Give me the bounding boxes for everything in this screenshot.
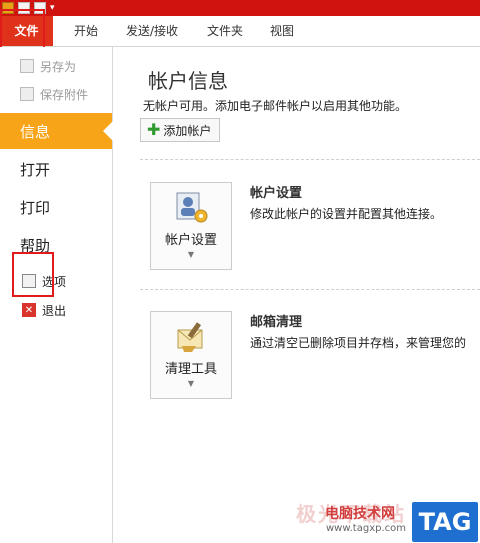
tab-folder[interactable]: 文件夹 bbox=[196, 16, 254, 46]
tab-home[interactable]: 开始 bbox=[60, 16, 112, 46]
add-account-button[interactable]: ✚ 添加帐户 bbox=[140, 118, 221, 142]
sidebar-item-open[interactable]: 打开 bbox=[0, 151, 112, 187]
tab-view[interactable]: 视图 bbox=[258, 16, 306, 46]
account-settings-title: 帐户设置 bbox=[250, 186, 303, 201]
cleanup-tools-icon bbox=[174, 320, 208, 354]
exit-command[interactable]: ✕ 退出 bbox=[0, 298, 112, 322]
options-command[interactable]: 选项 bbox=[0, 269, 112, 293]
save-attachments-command[interactable]: 保存附件 bbox=[0, 83, 112, 105]
cleanup-title: 邮箱清理 bbox=[250, 315, 303, 330]
save-attachments-icon bbox=[20, 87, 34, 101]
watermark-tag-logo: TAG bbox=[412, 502, 478, 542]
cleanup-tools-button[interactable]: 清理工具 ▼ bbox=[150, 311, 232, 399]
plus-icon: ✚ bbox=[147, 120, 161, 139]
options-icon bbox=[22, 274, 36, 288]
separator bbox=[140, 289, 480, 290]
ribbon-tabs: 文件 开始 发送/接收 文件夹 视图 bbox=[0, 16, 480, 47]
sidebar-item-help-label: 帮助 bbox=[20, 236, 51, 255]
account-info-panel: 帐户信息 无帐户可用。添加电子邮件帐户以启用其他功能。 ✚ 添加帐户 帐户设置 … bbox=[113, 47, 480, 543]
sidebar-item-print-label: 打印 bbox=[20, 198, 51, 217]
cleanup-description: 通过清空已删除项目并存档，来管理您的 bbox=[250, 336, 467, 350]
options-label: 选项 bbox=[42, 274, 67, 289]
undo-icon[interactable] bbox=[34, 2, 46, 14]
separator bbox=[140, 159, 480, 160]
backstage-sidebar: 另存为 保存附件 信息 打开 打印 帮助 选项 ✕ 退出 bbox=[0, 47, 113, 543]
customize-qat-icon[interactable]: ▾ bbox=[50, 3, 55, 13]
watermark-url: www.tagxp.com bbox=[326, 523, 406, 534]
chevron-down-icon: ▼ bbox=[187, 250, 195, 259]
save-as-label: 另存为 bbox=[40, 59, 77, 74]
exit-icon: ✕ bbox=[22, 303, 36, 317]
sidebar-item-info[interactable]: 信息 bbox=[0, 113, 113, 149]
account-settings-description: 修改此帐户的设置并配置其他连接。 bbox=[250, 207, 443, 221]
add-account-label: 添加帐户 bbox=[163, 123, 212, 138]
watermark-site-name: 电脑技术网 bbox=[325, 506, 395, 522]
save-as-command[interactable]: 另存为 bbox=[0, 55, 112, 77]
outlook-icon[interactable] bbox=[2, 2, 14, 14]
chevron-down-icon: ▼ bbox=[187, 379, 195, 388]
no-account-message: 无帐户可用。添加电子邮件帐户以启用其他功能。 bbox=[143, 99, 408, 113]
sidebar-item-print[interactable]: 打印 bbox=[0, 189, 112, 225]
sidebar-item-help[interactable]: 帮助 bbox=[0, 227, 112, 263]
exit-label: 退出 bbox=[42, 303, 67, 318]
save-as-icon bbox=[20, 59, 34, 73]
cleanup-tools-button-label: 清理工具 bbox=[164, 362, 217, 377]
tab-file[interactable]: 文件 bbox=[0, 16, 53, 46]
quick-access-toolbar: ▾ bbox=[0, 0, 55, 16]
tab-send-receive[interactable]: 发送/接收 bbox=[116, 16, 188, 46]
account-settings-icon bbox=[174, 191, 208, 225]
title-bar bbox=[0, 0, 480, 16]
send-receive-icon[interactable] bbox=[18, 2, 30, 14]
account-settings-button-label: 帐户设置 bbox=[164, 233, 217, 248]
save-attachments-label: 保存附件 bbox=[40, 87, 89, 102]
account-settings-button[interactable]: 帐户设置 ▼ bbox=[150, 182, 232, 270]
sidebar-item-open-label: 打开 bbox=[20, 160, 51, 179]
page-title: 帐户信息 bbox=[148, 69, 228, 93]
sidebar-item-info-label: 信息 bbox=[20, 122, 51, 141]
